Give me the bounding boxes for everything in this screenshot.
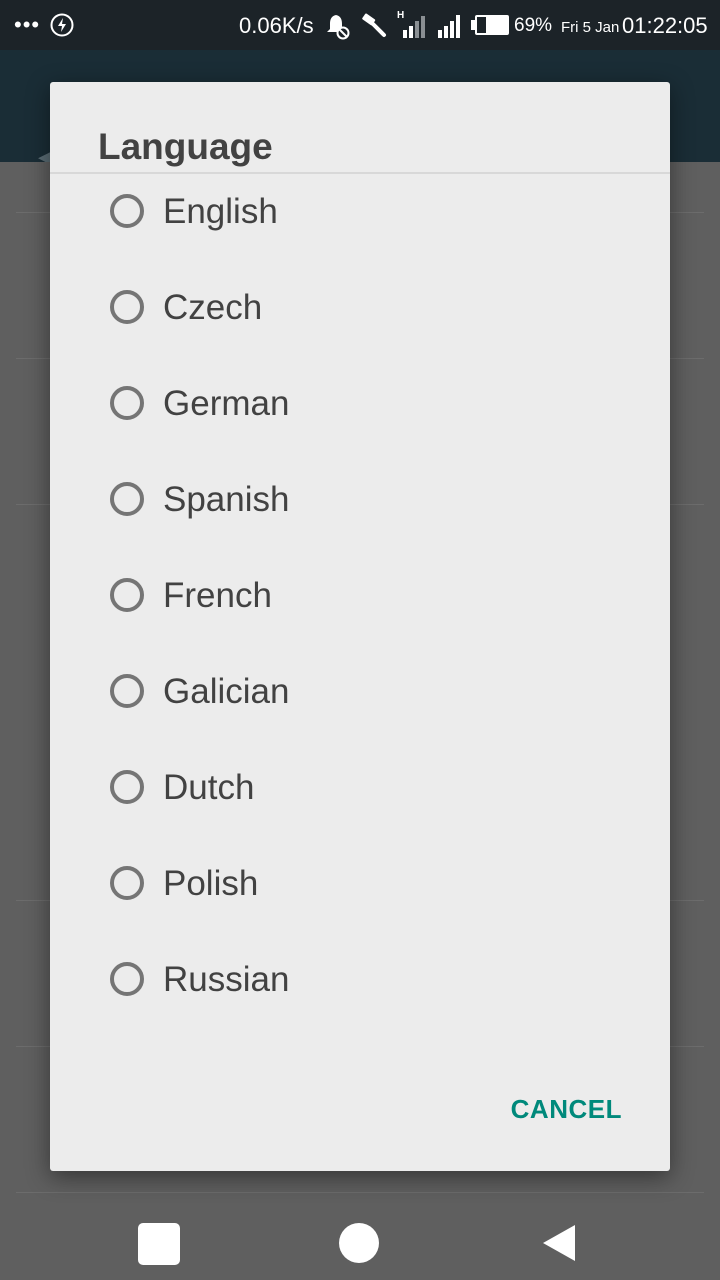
- radio-button[interactable]: [110, 866, 144, 900]
- option-label: German: [163, 384, 290, 423]
- language-option-russian[interactable]: Russian: [50, 942, 670, 1038]
- option-label: Russian: [163, 960, 290, 999]
- language-option-french[interactable]: French: [50, 558, 670, 654]
- language-option-spanish[interactable]: Spanish: [50, 462, 670, 558]
- notifications-muted-icon: [327, 15, 350, 40]
- language-option-german[interactable]: German: [50, 366, 670, 462]
- option-label: Polish: [163, 864, 259, 903]
- option-label: Dutch: [163, 768, 255, 807]
- cell-signal-icon: [438, 15, 460, 38]
- radio-button[interactable]: [110, 386, 144, 420]
- battery-percent: 69%: [514, 15, 553, 36]
- home-button[interactable]: [339, 1223, 379, 1263]
- recent-apps-button[interactable]: [138, 1223, 180, 1265]
- language-option-czech[interactable]: Czech: [50, 270, 670, 366]
- radio-button[interactable]: [110, 482, 144, 516]
- battery-icon: [471, 15, 509, 35]
- navigation-bar: [0, 1203, 720, 1280]
- status-date: Fri 5 Jan: [561, 19, 620, 36]
- radio-button[interactable]: [110, 194, 144, 228]
- radio-button[interactable]: [110, 290, 144, 324]
- network-speed: 0.06K/s: [239, 13, 314, 38]
- status-bar: ••• 0.06K/s H 69% Fri 5 Jan 01:22:05: [0, 0, 720, 50]
- list-divider: [16, 1192, 704, 1193]
- flash-icon: [50, 13, 74, 37]
- language-option-english[interactable]: English: [50, 174, 670, 270]
- radio-button[interactable]: [110, 962, 144, 996]
- signal-type-label: H: [397, 10, 404, 21]
- dialog-title: Language: [98, 126, 273, 167]
- status-time: 01:22:05: [622, 13, 708, 38]
- language-option-dutch[interactable]: Dutch: [50, 750, 670, 846]
- more-notifications-icon: •••: [14, 12, 41, 37]
- option-label: Spanish: [163, 480, 290, 519]
- option-label: French: [163, 576, 272, 615]
- language-dialog: Language English Czech German Spanish Fr…: [50, 82, 670, 1171]
- cancel-button[interactable]: CANCEL: [511, 1094, 622, 1125]
- language-option-polish[interactable]: Polish: [50, 846, 670, 942]
- language-option-galician[interactable]: Galician: [50, 654, 670, 750]
- mobile-signal-icon: H: [397, 10, 425, 38]
- radio-button[interactable]: [110, 674, 144, 708]
- option-label: English: [163, 192, 278, 231]
- option-label: Galician: [163, 672, 290, 711]
- tools-icon: [362, 13, 386, 37]
- radio-button[interactable]: [110, 770, 144, 804]
- radio-button[interactable]: [110, 578, 144, 612]
- option-label: Czech: [163, 288, 263, 327]
- back-button[interactable]: [542, 1224, 576, 1262]
